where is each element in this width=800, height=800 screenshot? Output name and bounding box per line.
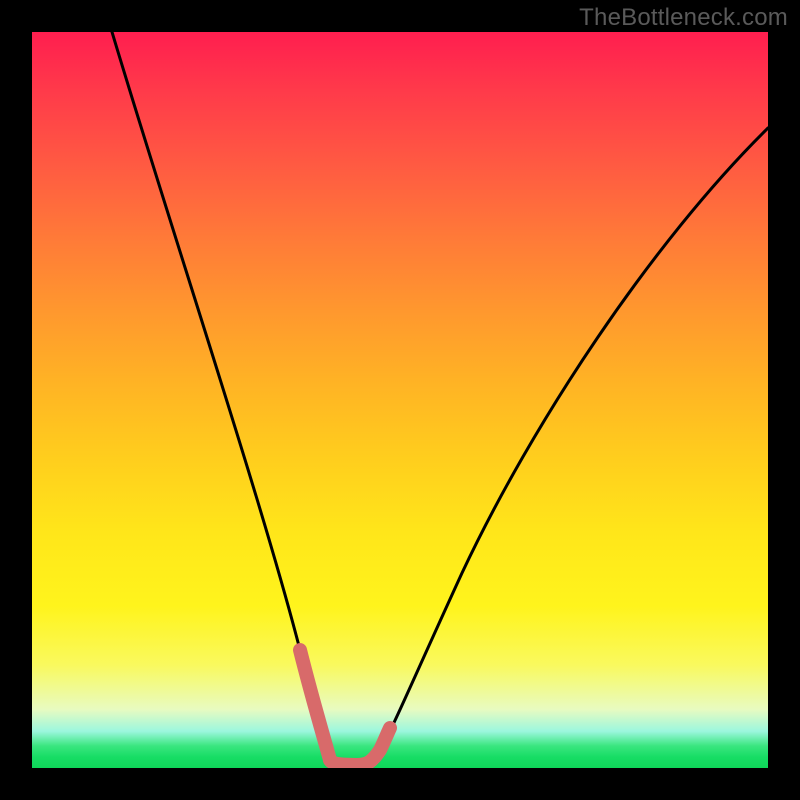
pink-left-highlight xyxy=(300,650,330,760)
watermark-text: TheBottleneck.com xyxy=(579,4,788,32)
curve-layer xyxy=(32,32,768,768)
pink-floor-highlight xyxy=(330,728,390,765)
chart-frame: TheBottleneck.com xyxy=(0,0,800,800)
plot-area xyxy=(32,32,768,768)
bottleneck-curve xyxy=(112,32,768,765)
